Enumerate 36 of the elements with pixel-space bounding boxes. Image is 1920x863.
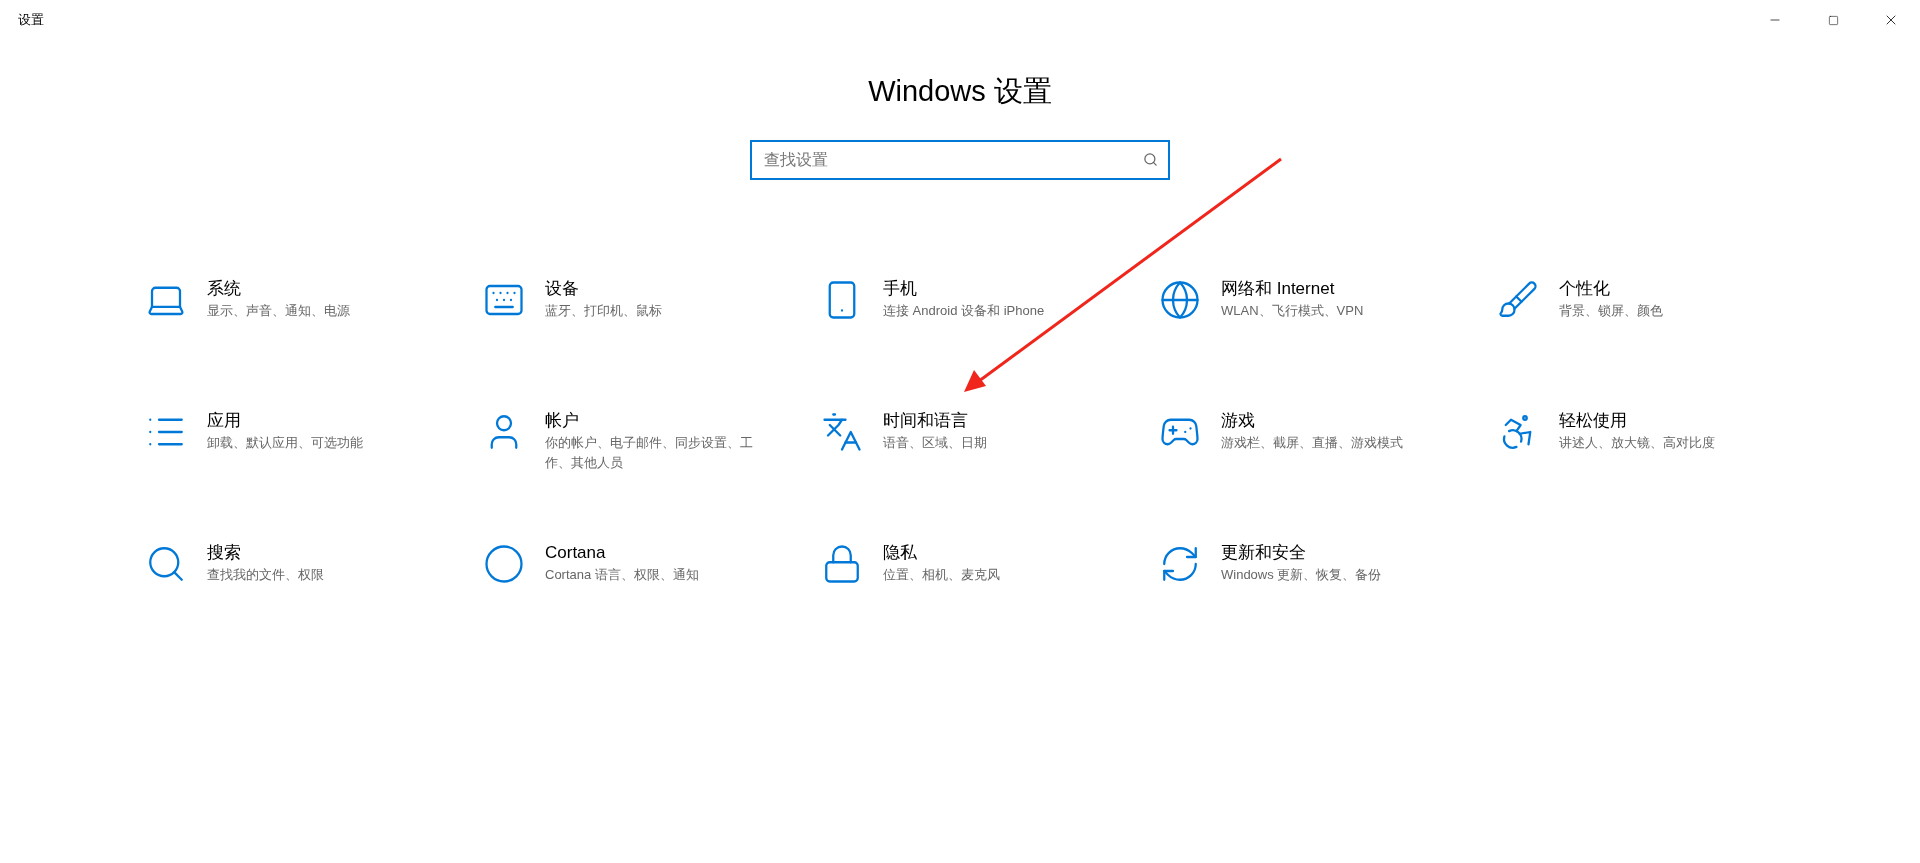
window-title: 设置 xyxy=(18,11,44,30)
category-description: WLAN、飞行模式、VPN xyxy=(1221,301,1364,320)
language-icon xyxy=(821,410,863,453)
category-title[interactable]: 更新和安全 xyxy=(1221,540,1306,565)
category-description: 查找我的文件、权限 xyxy=(207,565,324,584)
category-description: 连接 Android 设备和 iPhone xyxy=(883,301,1045,320)
category-title[interactable]: 设备 xyxy=(545,276,579,301)
category-title[interactable]: 搜索 xyxy=(207,540,241,565)
category-title[interactable]: 系统 xyxy=(207,276,241,301)
category-description: 卸载、默认应用、可选功能 xyxy=(207,433,363,452)
globe-icon xyxy=(1159,278,1201,321)
category-description: Windows 更新、恢复、备份 xyxy=(1221,565,1382,584)
category-title[interactable]: 网络和 Internet xyxy=(1221,276,1335,301)
category-description: 游戏栏、截屏、直播、游戏模式 xyxy=(1221,433,1403,452)
category-description: Cortana 语言、权限、通知 xyxy=(545,565,699,584)
category-title[interactable]: 应用 xyxy=(207,408,241,433)
search-field[interactable]: 查找设置 xyxy=(750,139,1170,180)
category-title[interactable]: 隐私 xyxy=(883,540,917,565)
category-title[interactable]: 手机 xyxy=(883,276,917,301)
category-description: 显示、声音、通知、电源 xyxy=(207,301,350,320)
ring-icon xyxy=(483,542,525,585)
category-description: 蓝牙、打印机、鼠标 xyxy=(545,301,662,320)
category-title[interactable]: 帐户 xyxy=(545,408,579,433)
restore-icon xyxy=(1827,14,1839,26)
category-title[interactable]: 游戏 xyxy=(1221,408,1255,433)
category-title[interactable]: Cortana xyxy=(545,540,606,565)
category-title[interactable]: 个性化 xyxy=(1559,276,1610,301)
page-heading: Windows 设置 xyxy=(868,74,1052,109)
search-icon xyxy=(1143,151,1158,167)
category-description: 位置、相机、麦克风 xyxy=(883,565,1000,584)
category-description: 背景、锁屏、颜色 xyxy=(1559,301,1663,320)
category-title[interactable]: 时间和语言 xyxy=(883,408,968,433)
category-description: 语音、区域、日期 xyxy=(883,433,987,452)
category-description: 讲述人、放大镜、高对比度 xyxy=(1559,433,1715,452)
category-title[interactable]: 轻松使用 xyxy=(1559,408,1627,433)
category-description: 你的帐户、电子邮件、同步设置、工作、其他人员 xyxy=(545,433,754,472)
